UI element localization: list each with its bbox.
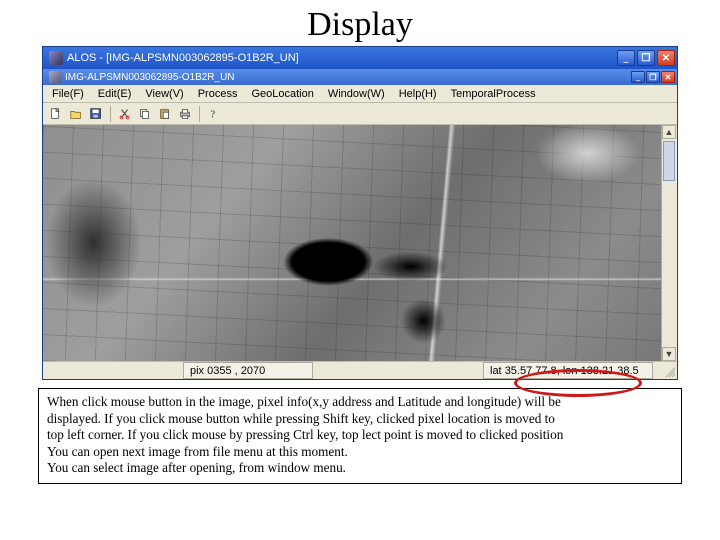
mdi-minimize-button[interactable]: _ xyxy=(631,71,645,83)
menu-window[interactable]: Window(W) xyxy=(321,87,392,101)
mdi-titlebar[interactable]: IMG-ALPSMN003062895-O1B2R_UN _ ❐ ✕ xyxy=(43,69,677,85)
description-box: When click mouse button in the image, pi… xyxy=(38,388,682,484)
close-button[interactable]: ✕ xyxy=(657,50,675,66)
mdi-restore-button[interactable]: ❐ xyxy=(646,71,660,83)
desc-line: When click mouse button in the image, pi… xyxy=(47,394,673,411)
slide-title: Display xyxy=(0,0,720,46)
desc-line: top left corner. If you click mouse by p… xyxy=(47,427,673,444)
pix-y: 2070 xyxy=(241,365,265,377)
toolbar-sep xyxy=(199,106,200,122)
titlebar[interactable]: ALOS - [IMG-ALPSMN003062895-O1B2R_UN] _ … xyxy=(43,47,677,69)
menu-help[interactable]: Help(H) xyxy=(392,87,444,101)
doc-icon xyxy=(49,71,61,83)
paste-button[interactable] xyxy=(156,105,174,123)
satellite-image[interactable] xyxy=(43,125,677,361)
resize-grip-icon[interactable] xyxy=(663,365,675,377)
scroll-down-button[interactable]: ▼ xyxy=(662,347,676,361)
help-button[interactable]: ? xyxy=(205,105,223,123)
vertical-scrollbar[interactable]: ▲ ▼ xyxy=(661,125,677,361)
cut-button[interactable] xyxy=(116,105,134,123)
save-button[interactable] xyxy=(87,105,105,123)
mdi-close-button[interactable]: ✕ xyxy=(661,71,675,83)
lon-value: 138.21.38.5 xyxy=(581,365,639,377)
pix-label: pix xyxy=(190,365,204,377)
menu-geolocation[interactable]: GeoLocation xyxy=(244,87,320,101)
maximize-button[interactable]: ❐ xyxy=(637,50,655,66)
window-title: ALOS - [IMG-ALPSMN003062895-O1B2R_UN] xyxy=(67,52,617,64)
status-latlon: lat 35.57.77.8, lon 138.21.38.5 xyxy=(483,362,653,379)
app-window: ALOS - [IMG-ALPSMN003062895-O1B2R_UN] _ … xyxy=(42,46,678,380)
menubar: File(F) Edit(E) View(V) Process GeoLocat… xyxy=(43,85,677,103)
pix-x: 0355 xyxy=(207,365,231,377)
toolbar-sep xyxy=(110,106,111,122)
copy-button[interactable] xyxy=(136,105,154,123)
new-button[interactable] xyxy=(47,105,65,123)
menu-process[interactable]: Process xyxy=(191,87,245,101)
print-button[interactable] xyxy=(176,105,194,123)
status-pixel: pix 0355 , 2070 xyxy=(183,362,313,379)
scroll-up-button[interactable]: ▲ xyxy=(662,125,676,139)
toolbar: ? xyxy=(43,103,677,125)
desc-line: You can select image after opening, from… xyxy=(47,460,673,477)
menu-temporal[interactable]: TemporalProcess xyxy=(444,87,543,101)
svg-text:?: ? xyxy=(211,109,216,120)
lon-label: lon xyxy=(563,365,578,377)
open-button[interactable] xyxy=(67,105,85,123)
lat-value: 35.57.77.8 xyxy=(505,365,557,377)
menu-view[interactable]: View(V) xyxy=(138,87,190,101)
desc-line: displayed. If you click mouse button whi… xyxy=(47,411,673,428)
statusbar: pix 0355 , 2070 lat 35.57.77.8, lon 138.… xyxy=(43,361,677,379)
scroll-thumb[interactable] xyxy=(663,141,675,181)
image-viewport[interactable]: ▲ ▼ xyxy=(43,125,677,361)
menu-file[interactable]: File(F) xyxy=(45,87,91,101)
mdi-title: IMG-ALPSMN003062895-O1B2R_UN xyxy=(65,72,631,83)
app-icon xyxy=(49,51,63,65)
desc-line: You can open next image from file menu a… xyxy=(47,444,673,461)
minimize-button[interactable]: _ xyxy=(617,50,635,66)
lat-label: lat xyxy=(490,365,502,377)
menu-edit[interactable]: Edit(E) xyxy=(91,87,139,101)
